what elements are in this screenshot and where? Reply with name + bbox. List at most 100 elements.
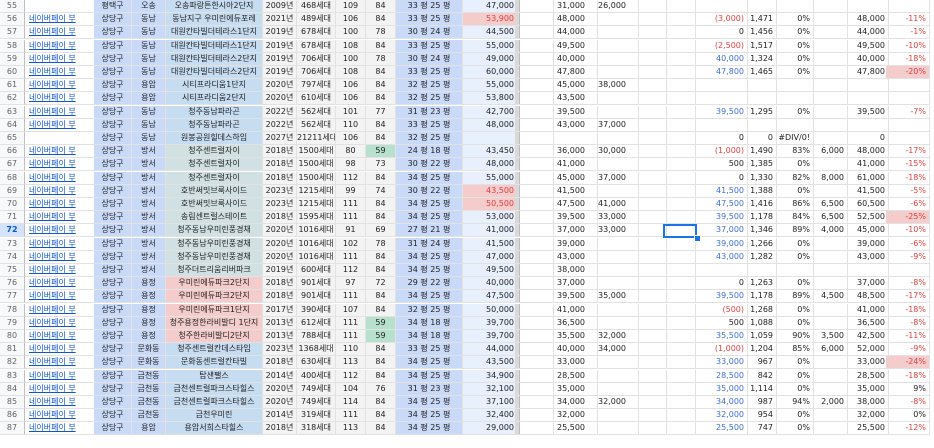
column-separator[interactable] [515,132,520,144]
naver-pay-link[interactable]: 네이버페이 부 [25,250,98,264]
row-number[interactable]: 85 [0,396,25,409]
naver-pay-link[interactable]: 네이버페이 부 [25,13,98,27]
row-number[interactable]: 59 [0,52,25,66]
row-number[interactable]: 57 [0,26,25,40]
row-number[interactable]: 75 [0,264,25,277]
row-number[interactable]: 62 [0,92,25,106]
row-number[interactable]: 63 [0,105,25,119]
naver-pay-link[interactable]: 네이버페이 부 [25,39,98,53]
column-separator[interactable] [515,211,520,224]
row-number[interactable]: 74 [0,250,25,264]
row-number[interactable]: 72 [0,224,25,238]
naver-pay-link[interactable]: 네이버페이 부 [25,316,98,330]
row-number[interactable]: 66 [0,145,25,159]
column-separator[interactable] [515,422,520,435]
naver-pay-link[interactable]: 네이버페이 부 [25,343,98,357]
column-separator[interactable] [515,369,520,382]
column-separator[interactable] [515,264,520,276]
column-separator[interactable] [515,13,520,26]
naver-pay-link[interactable]: 네이버페이 부 [25,118,98,132]
naver-pay-link[interactable]: 네이버페이 부 [25,277,98,291]
naver-pay-link[interactable]: 네이버페이 부 [25,264,98,277]
naver-pay-link[interactable]: 네이버페이 부 [25,369,98,383]
row-number[interactable]: 58 [0,39,25,53]
column-separator[interactable] [515,66,520,78]
naver-pay-link[interactable] [25,132,98,145]
column-separator[interactable] [515,0,520,12]
row-number[interactable]: 56 [0,13,25,27]
column-separator[interactable] [515,277,520,290]
naver-pay-link[interactable] [25,0,98,13]
row-number[interactable]: 79 [0,316,25,330]
naver-pay-link[interactable]: 네이버페이 부 [25,145,98,159]
row-number[interactable]: 64 [0,118,25,132]
column-separator[interactable] [515,184,520,197]
row-number[interactable]: 84 [0,382,25,396]
naver-pay-link[interactable]: 네이버페이 부 [25,158,98,172]
row-number[interactable]: 67 [0,158,25,172]
naver-pay-link[interactable]: 네이버페이 부 [25,198,98,211]
row-number[interactable]: 87 [0,422,25,436]
column-separator[interactable] [515,92,520,105]
column-separator[interactable] [515,52,520,65]
row-number[interactable]: 65 [0,132,25,145]
column-separator[interactable] [515,382,520,395]
row-number[interactable]: 70 [0,198,25,211]
column-separator[interactable] [515,158,520,171]
row-number[interactable]: 71 [0,211,25,225]
naver-pay-link[interactable]: 네이버페이 부 [25,356,98,370]
naver-pay-link[interactable]: 네이버페이 부 [25,52,98,66]
column-separator[interactable] [515,356,520,369]
column-separator[interactable] [515,105,520,118]
row-number[interactable]: 68 [0,171,25,185]
column-separator[interactable] [515,343,520,356]
naver-pay-link[interactable]: 네이버페이 부 [25,396,98,409]
column-separator[interactable] [515,145,520,158]
column-separator[interactable] [515,396,520,408]
naver-pay-link[interactable]: 네이버페이 부 [25,79,98,93]
naver-pay-link[interactable]: 네이버페이 부 [25,224,98,238]
column-separator[interactable] [515,290,520,303]
column-separator[interactable] [515,79,520,92]
row-number[interactable]: 83 [0,369,25,383]
naver-pay-link[interactable]: 네이버페이 부 [25,66,98,79]
column-separator[interactable] [515,250,520,263]
column-separator[interactable] [515,224,520,237]
row-number[interactable]: 61 [0,79,25,93]
column-separator[interactable] [515,316,520,329]
naver-pay-link[interactable]: 네이버페이 부 [25,171,98,185]
naver-pay-link[interactable]: 네이버페이 부 [25,422,98,436]
naver-pay-link[interactable]: 네이버페이 부 [25,409,98,423]
naver-pay-link[interactable]: 네이버페이 부 [25,330,98,343]
column-separator[interactable] [515,303,520,316]
column-separator[interactable] [515,171,520,184]
column-separator[interactable] [515,118,520,131]
row-number[interactable]: 73 [0,237,25,251]
row-number[interactable]: 55 [0,0,25,13]
row-number[interactable]: 80 [0,330,25,343]
column-separator[interactable] [515,409,520,422]
naver-pay-link[interactable]: 네이버페이 부 [25,290,98,304]
row-number[interactable]: 76 [0,277,25,291]
column-separator[interactable] [515,330,520,342]
naver-pay-link[interactable]: 네이버페이 부 [25,105,98,119]
naver-pay-link[interactable]: 네이버페이 부 [25,211,98,225]
column-separator[interactable] [515,26,520,39]
row-number[interactable]: 60 [0,66,25,79]
selected-cell[interactable] [663,224,697,239]
naver-pay-link[interactable]: 네이버페이 부 [25,303,98,317]
column-separator[interactable] [515,237,520,250]
fill-handle[interactable] [694,235,701,243]
row-number[interactable]: 82 [0,356,25,370]
column-separator[interactable] [515,198,520,210]
row-number[interactable]: 81 [0,343,25,357]
column-separator[interactable] [515,39,520,52]
naver-pay-link[interactable]: 네이버페이 부 [25,26,98,40]
row-number[interactable]: 78 [0,303,25,317]
row-number[interactable]: 69 [0,184,25,198]
row-number[interactable]: 77 [0,290,25,304]
naver-pay-link[interactable]: 네이버페이 부 [25,92,98,106]
row-number[interactable]: 86 [0,409,25,423]
naver-pay-link[interactable]: 네이버페이 부 [25,382,98,396]
naver-pay-link[interactable]: 네이버페이 부 [25,184,98,198]
